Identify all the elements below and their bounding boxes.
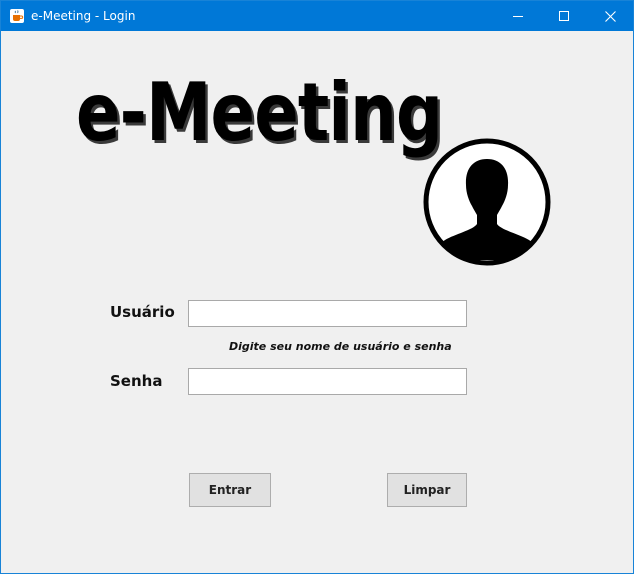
minimize-button[interactable] bbox=[495, 1, 541, 31]
app-logo: e-Meeting bbox=[76, 66, 443, 159]
clear-button[interactable]: Limpar bbox=[387, 473, 467, 507]
password-label: Senha bbox=[110, 372, 163, 390]
user-silhouette-icon bbox=[422, 137, 552, 267]
enter-button[interactable]: Entrar bbox=[189, 473, 271, 507]
window-title: e-Meeting - Login bbox=[31, 9, 136, 23]
login-window: e-Meeting - Login e-Meeting Usuário Digi… bbox=[0, 0, 634, 574]
password-input[interactable] bbox=[188, 368, 467, 395]
username-label: Usuário bbox=[110, 303, 175, 321]
username-input[interactable] bbox=[188, 300, 467, 327]
title-bar[interactable]: e-Meeting - Login bbox=[1, 1, 633, 31]
close-icon bbox=[604, 10, 616, 22]
maximize-button[interactable] bbox=[541, 1, 587, 31]
login-hint: Digite seu nome de usuário e senha bbox=[229, 340, 452, 353]
java-coffee-icon bbox=[9, 8, 25, 24]
maximize-icon bbox=[559, 11, 569, 21]
minimize-icon bbox=[513, 16, 523, 17]
close-button[interactable] bbox=[587, 1, 633, 31]
